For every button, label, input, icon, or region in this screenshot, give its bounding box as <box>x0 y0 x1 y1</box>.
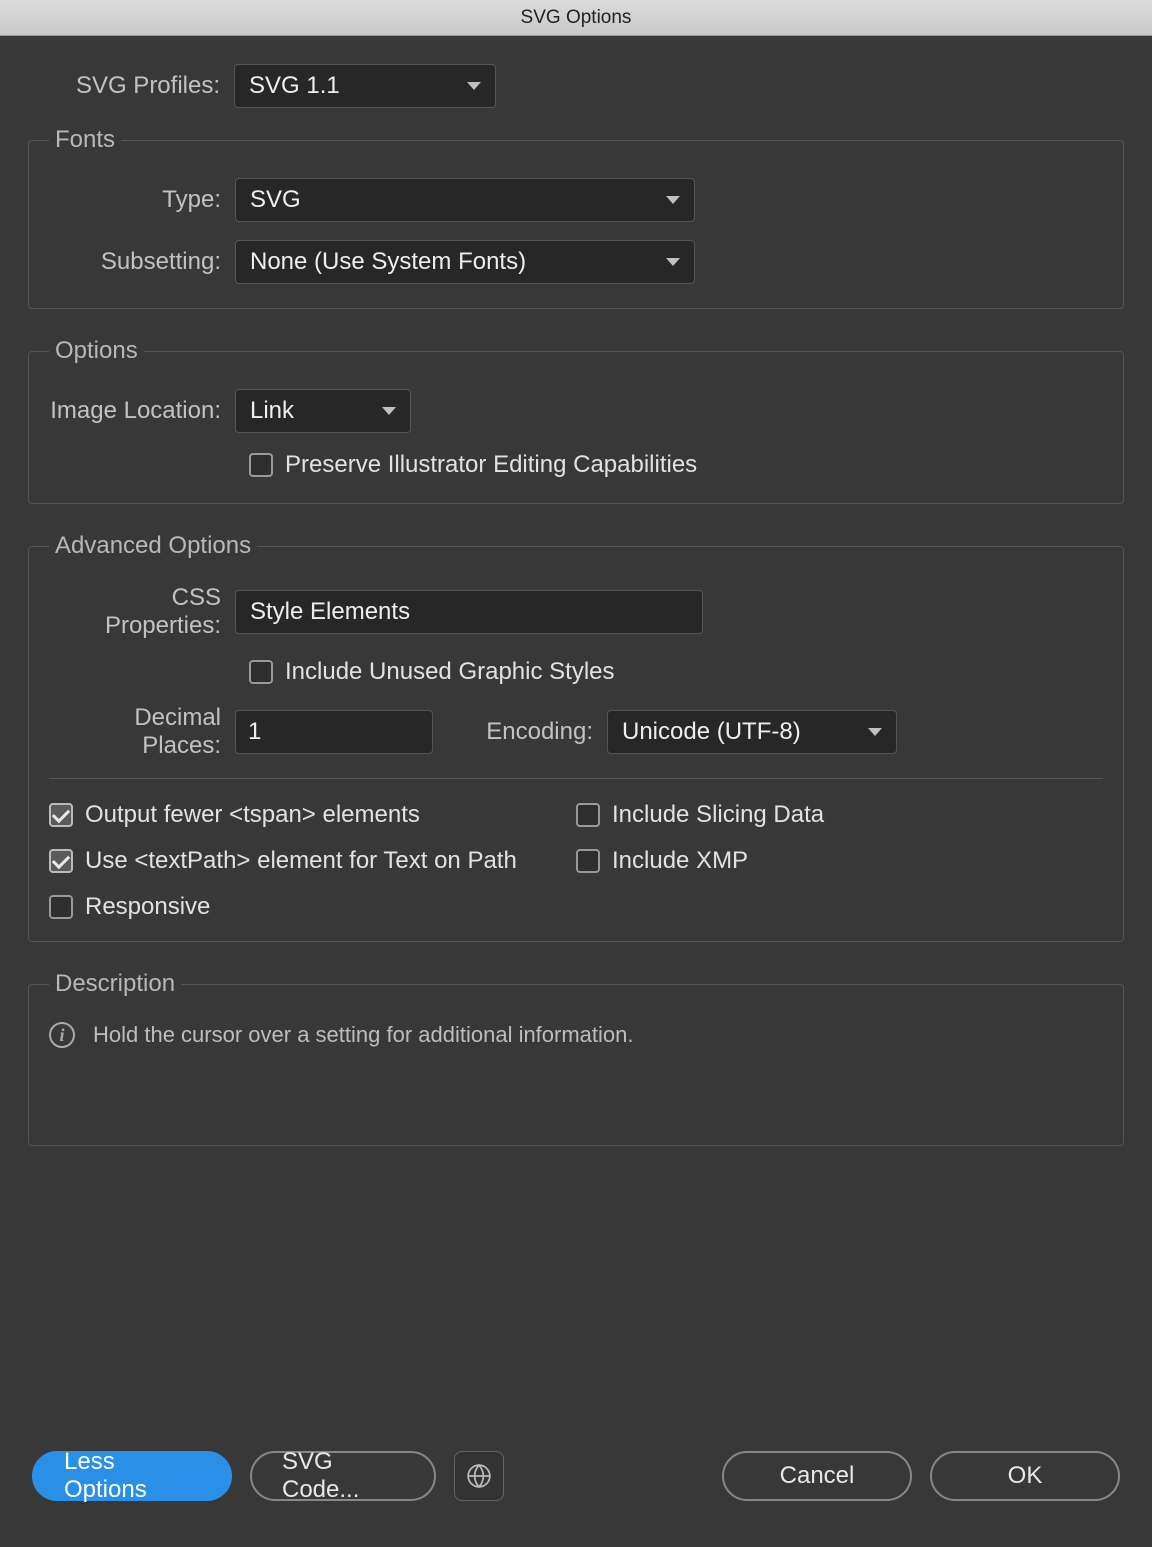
encoding-select[interactable]: Unicode (UTF-8) <box>607 710 897 754</box>
window-titlebar: SVG Options <box>0 0 1152 36</box>
include-xmp-label: Include XMP <box>612 847 748 875</box>
fonts-legend: Fonts <box>49 126 121 154</box>
output-tspan-label: Output fewer <tspan> elements <box>85 801 420 829</box>
window-title: SVG Options <box>521 7 632 29</box>
chevron-down-icon <box>467 82 481 90</box>
svg-profiles-select[interactable]: SVG 1.1 <box>234 64 496 108</box>
image-location-value: Link <box>250 397 294 425</box>
description-text: Hold the cursor over a setting for addit… <box>93 1022 634 1048</box>
include-unused-checkbox[interactable]: Include Unused Graphic Styles <box>249 658 615 686</box>
include-unused-label: Include Unused Graphic Styles <box>285 658 615 686</box>
cancel-button[interactable]: Cancel <box>722 1451 912 1501</box>
divider <box>49 778 1103 779</box>
font-subsetting-select[interactable]: None (Use System Fonts) <box>235 240 695 284</box>
options-group: Options Image Location: Link Preserve Il… <box>28 337 1124 504</box>
chevron-down-icon <box>666 196 680 204</box>
use-textpath-checkbox[interactable]: Use <textPath> element for Text on Path <box>49 847 576 875</box>
less-options-button[interactable]: Less Options <box>32 1451 232 1501</box>
use-textpath-label: Use <textPath> element for Text on Path <box>85 847 517 875</box>
encoding-value: Unicode (UTF-8) <box>622 718 801 746</box>
chevron-down-icon <box>382 407 396 415</box>
footer: Less Options SVG Code... Cancel OK <box>28 1429 1124 1527</box>
fonts-group: Fonts Type: SVG Subsetting: None (Use Sy… <box>28 126 1124 309</box>
css-properties-select[interactable]: Style Elements <box>235 590 703 634</box>
output-tspan-checkbox[interactable]: Output fewer <tspan> elements <box>49 801 576 829</box>
svg-profiles-row: SVG Profiles: SVG 1.1 <box>28 64 1124 108</box>
svg-code-label: SVG Code... <box>282 1448 404 1504</box>
cancel-label: Cancel <box>780 1462 855 1490</box>
decimal-places-label: Decimal Places: <box>49 704 235 760</box>
svg-code-button[interactable]: SVG Code... <box>250 1451 436 1501</box>
description-legend: Description <box>49 970 181 998</box>
include-slicing-checkbox[interactable]: Include Slicing Data <box>576 801 1103 829</box>
chevron-down-icon <box>868 728 882 736</box>
chevron-down-icon <box>666 258 680 266</box>
advanced-options-group: Advanced Options CSS Properties: Style E… <box>28 532 1124 942</box>
encoding-label: Encoding: <box>457 718 607 746</box>
preserve-editing-checkbox[interactable]: Preserve Illustrator Editing Capabilitie… <box>249 451 697 479</box>
decimal-places-value: 1 <box>248 718 261 746</box>
svg-profiles-label: SVG Profiles: <box>28 72 234 100</box>
advanced-legend: Advanced Options <box>49 532 257 560</box>
globe-preview-button[interactable] <box>454 1451 504 1501</box>
css-properties-label: CSS Properties: <box>49 584 235 640</box>
include-xmp-checkbox[interactable]: Include XMP <box>576 847 1103 875</box>
include-slicing-label: Include Slicing Data <box>612 801 824 829</box>
css-properties-value: Style Elements <box>250 598 410 626</box>
globe-icon <box>466 1463 492 1489</box>
info-icon: i <box>49 1022 75 1048</box>
ok-button[interactable]: OK <box>930 1451 1120 1501</box>
preserve-editing-label: Preserve Illustrator Editing Capabilitie… <box>285 451 697 479</box>
font-subsetting-value: None (Use System Fonts) <box>250 248 526 276</box>
font-subsetting-label: Subsetting: <box>49 248 235 276</box>
responsive-label: Responsive <box>85 893 210 921</box>
decimal-places-input[interactable]: 1 <box>235 710 433 754</box>
font-type-label: Type: <box>49 186 235 214</box>
font-type-value: SVG <box>250 186 301 214</box>
description-group: Description i Hold the cursor over a set… <box>28 970 1124 1146</box>
font-type-select[interactable]: SVG <box>235 178 695 222</box>
responsive-checkbox[interactable]: Responsive <box>49 893 576 921</box>
less-options-label: Less Options <box>64 1448 200 1504</box>
options-legend: Options <box>49 337 144 365</box>
svg-profiles-value: SVG 1.1 <box>249 72 340 100</box>
ok-label: OK <box>1008 1462 1043 1490</box>
image-location-label: Image Location: <box>49 397 235 425</box>
image-location-select[interactable]: Link <box>235 389 411 433</box>
